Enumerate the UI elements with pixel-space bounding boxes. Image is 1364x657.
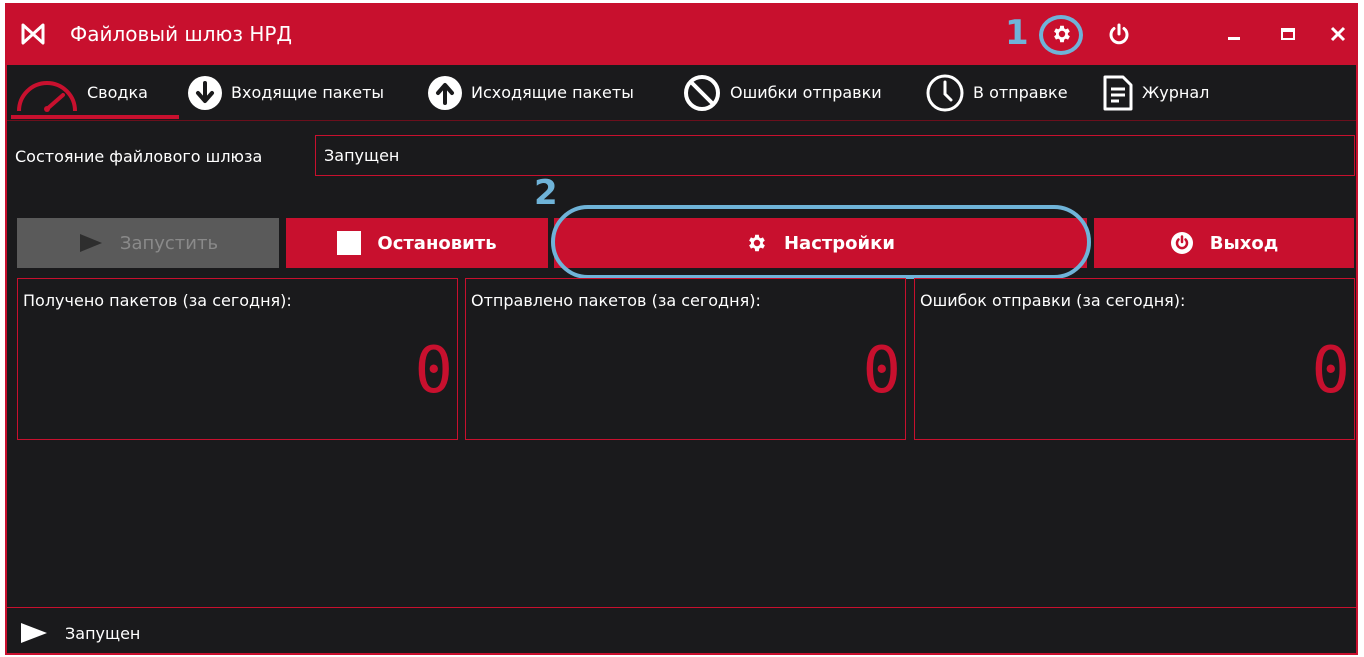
main-nav: Сводка Входящие пакеты Исходящие пакеты …: [7, 65, 1356, 121]
play-icon: [79, 234, 102, 252]
window-title: Файловый шлюз НРД: [70, 22, 293, 46]
gateway-status-label: Состояние файлового шлюза: [15, 147, 263, 166]
stop-icon: [337, 231, 362, 255]
arrow-down-circle-icon: [188, 75, 222, 110]
nav-item-label: Входящие пакеты: [231, 83, 385, 102]
start-button[interactable]: Запустить: [17, 218, 279, 268]
statusbar-text: Запущен: [65, 623, 141, 643]
nav-item-label: Сводка: [87, 83, 148, 102]
annotation-ring-2: [551, 205, 1091, 279]
nav-item-outgoing[interactable]: Исходящие пакеты: [427, 65, 634, 120]
clock-icon: [926, 74, 964, 111]
annotation-number-2: 2: [534, 173, 558, 213]
power-icon: [1170, 232, 1193, 254]
nav-item-sending[interactable]: В отправке: [925, 65, 1068, 120]
stop-button-label: Остановить: [377, 232, 497, 254]
stat-panel-sent: Отправлено пакетов (за сегодня): 0: [465, 278, 906, 440]
document-icon: [1103, 75, 1133, 110]
nav-item-label: Журнал: [1142, 83, 1210, 102]
minimize-icon: [1228, 37, 1240, 40]
speedometer-icon: [17, 80, 77, 112]
nav-divider: [7, 120, 1356, 121]
nav-item-journal[interactable]: Журнал: [1102, 65, 1209, 120]
stat-panel-received: Получено пакетов (за сегодня): 0: [17, 278, 458, 440]
settings-gear-icon: [1054, 25, 1070, 43]
stat-value: 0: [862, 334, 901, 408]
stat-value: 0: [1311, 334, 1350, 408]
stat-value: 0: [414, 334, 453, 408]
stat-title: Отправлено пакетов (за сегодня):: [471, 291, 761, 310]
power-icon: [1109, 23, 1129, 45]
nav-item-incoming[interactable]: Входящие пакеты: [187, 65, 384, 120]
stat-title: Получено пакетов (за сегодня):: [23, 291, 292, 310]
statusbar-divider: [7, 607, 1356, 608]
nav-item-label: Исходящие пакеты: [471, 83, 634, 102]
close-icon: [1330, 26, 1346, 42]
start-button-label: Запустить: [119, 232, 219, 254]
nav-item-label: Ошибки отправки: [730, 83, 882, 102]
exit-button-label: Выход: [1209, 232, 1279, 254]
stat-title: Ошибок отправки (за сегодня):: [920, 291, 1186, 310]
nav-item-label: В отправке: [973, 83, 1068, 102]
prohibited-icon: [684, 74, 720, 111]
exit-button[interactable]: Выход: [1094, 218, 1354, 268]
stop-button[interactable]: Остановить: [286, 218, 548, 268]
maximize-icon: [1281, 28, 1295, 40]
play-icon: [21, 623, 47, 643]
stat-panel-errors: Ошибок отправки (за сегодня): 0: [914, 278, 1355, 440]
close-button[interactable]: [1323, 19, 1353, 49]
status-bar: Запущен: [19, 621, 140, 645]
minimize-button[interactable]: [1219, 19, 1249, 49]
annotation-number-1: 1: [1005, 13, 1029, 53]
arrow-up-circle-icon: [428, 75, 462, 110]
app-logo-icon: [21, 23, 45, 45]
nav-item-summary[interactable]: Сводка: [15, 65, 148, 120]
power-button[interactable]: [1104, 19, 1134, 49]
app-window: Файловый шлюз НРД 1 Сводка Входящие паке…: [5, 3, 1358, 655]
maximize-button[interactable]: [1273, 19, 1303, 49]
gateway-status-field: Запущен: [315, 135, 1355, 176]
title-bar: Файловый шлюз НРД 1: [7, 5, 1356, 65]
nav-active-indicator: [11, 115, 179, 119]
nav-item-send-errors[interactable]: Ошибки отправки: [682, 65, 882, 120]
settings-button[interactable]: [1047, 19, 1077, 49]
